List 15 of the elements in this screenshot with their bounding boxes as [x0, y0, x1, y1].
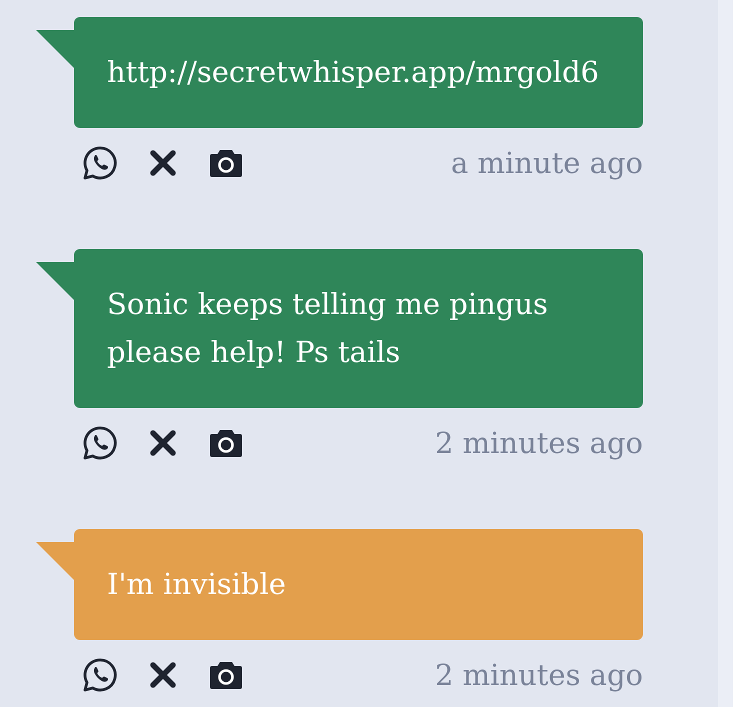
message-bubble: http://secretwhisper.app/mrgold6 — [74, 17, 643, 128]
phone-bubble-icon[interactable] — [82, 657, 118, 693]
close-icon[interactable] — [148, 428, 178, 458]
bubble-tail — [36, 542, 74, 580]
message-time: 2 minutes ago — [434, 658, 643, 692]
bubble-tail — [36, 30, 74, 68]
phone-bubble-icon[interactable] — [82, 425, 118, 461]
phone-bubble-icon[interactable] — [82, 145, 118, 181]
close-icon[interactable] — [148, 148, 178, 178]
message-bubble: Sonic keeps telling me pingus please help! Ps tails — [74, 249, 643, 408]
bubble-tail — [36, 262, 74, 300]
message-bubble: I'm invisible — [74, 529, 643, 640]
message-time: a minute ago — [451, 146, 643, 180]
message-time: 2 minutes ago — [434, 426, 643, 460]
close-icon[interactable] — [148, 660, 178, 690]
